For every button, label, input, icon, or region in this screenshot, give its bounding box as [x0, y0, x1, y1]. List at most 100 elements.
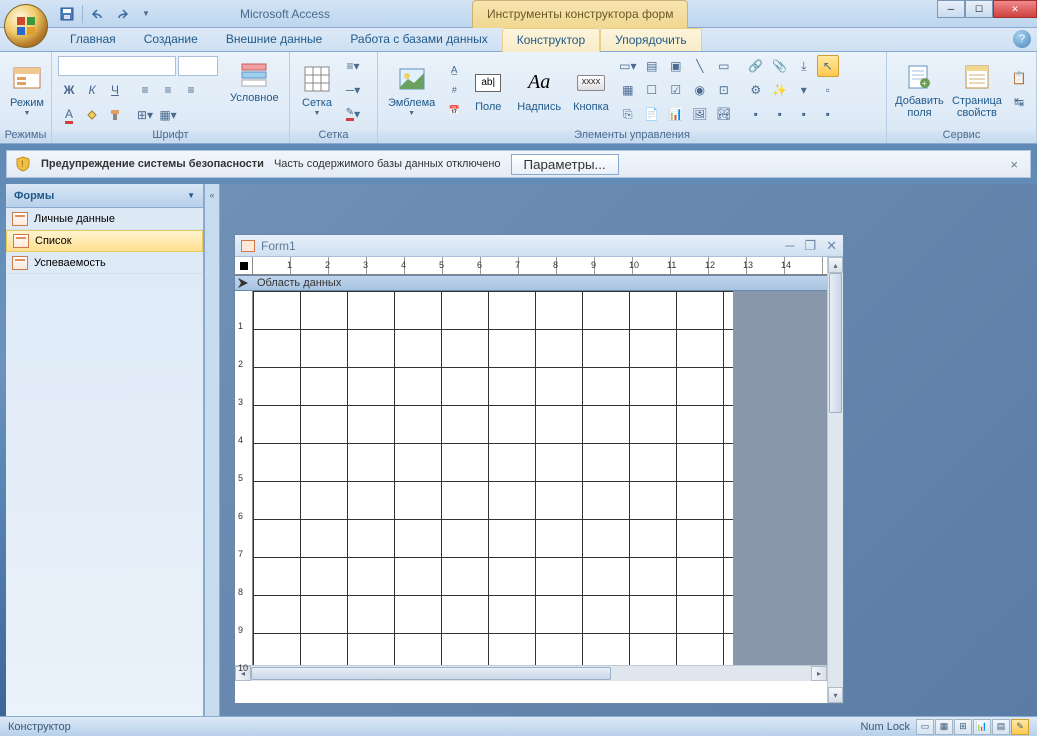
help-button[interactable]: ?	[1013, 30, 1031, 48]
tab-home[interactable]: Главная	[56, 28, 130, 51]
bound-object-control[interactable]: ▦	[617, 79, 639, 101]
code-button[interactable]: 📋	[1008, 67, 1030, 89]
form-close-button[interactable]: ✕	[826, 238, 837, 254]
select-tool[interactable]: ↖	[817, 55, 839, 77]
option-group-control[interactable]: ☐	[641, 79, 663, 101]
subform-control[interactable]: ▣	[665, 55, 687, 77]
title-button[interactable]: A̲	[445, 61, 463, 79]
undo-button[interactable]	[87, 3, 109, 25]
more-control4[interactable]: ▪	[817, 103, 839, 125]
set-defaults[interactable]: ▾	[793, 79, 815, 101]
more-control2[interactable]: ▪	[769, 103, 791, 125]
more-control3[interactable]: ▪	[793, 103, 815, 125]
pivottable-view-button[interactable]: ⊞	[954, 719, 972, 735]
scroll-right-button[interactable]: ▸	[811, 666, 827, 681]
alt-color-button[interactable]: ▦▾	[157, 104, 179, 126]
nav-item-performance[interactable]: Успеваемость	[6, 252, 203, 274]
design-view-button[interactable]: ✎	[1011, 719, 1029, 735]
minimize-button[interactable]: ─	[937, 0, 965, 18]
tab-database-tools[interactable]: Работа с базами данных	[336, 28, 501, 51]
vertical-ruler[interactable]: 12345678910	[235, 291, 253, 665]
grid-button[interactable]: Сетка ▼	[296, 61, 338, 119]
nav-collapse-button[interactable]: «	[204, 184, 220, 722]
attachment-control[interactable]: 📎	[769, 55, 791, 77]
tab-order-button[interactable]: ↹	[1008, 91, 1030, 113]
scroll-up-button[interactable]: ▴	[828, 257, 843, 273]
tab-external-data[interactable]: Внешние данные	[212, 28, 337, 51]
view-mode-button[interactable]: Режим ▼	[6, 61, 48, 119]
font-color-button[interactable]: A	[58, 104, 80, 126]
tab-control[interactable]: ⎘	[617, 103, 639, 125]
form-minimize-button[interactable]: ─	[785, 238, 794, 254]
ruler-origin[interactable]	[235, 257, 253, 275]
form-restore-button[interactable]: ❐	[804, 238, 816, 254]
line-color-button[interactable]: ✎▾	[342, 103, 364, 125]
label-control-button[interactable]: Aa Надпись	[513, 65, 565, 115]
more-control1[interactable]: ▪	[745, 103, 767, 125]
property-sheet-button[interactable]: Страница свойств	[950, 59, 1004, 121]
datetime-button[interactable]: 📅	[445, 101, 463, 119]
security-options-button[interactable]: Параметры...	[511, 154, 619, 175]
close-button[interactable]: ✕	[993, 0, 1037, 18]
option-button-control[interactable]: ◉	[689, 79, 711, 101]
button-control-button[interactable]: XXXX Кнопка	[569, 65, 613, 115]
align-left-button[interactable]: ≡	[134, 79, 156, 101]
pivotchart-view-button[interactable]: 📊	[973, 719, 991, 735]
page-insert-control[interactable]: 📄	[641, 103, 663, 125]
align-right-button[interactable]: ≡	[180, 79, 202, 101]
hscroll-thumb[interactable]	[251, 667, 611, 680]
office-button[interactable]	[4, 4, 48, 48]
toggle-button-control[interactable]: ⊡	[713, 79, 735, 101]
select-all[interactable]: ▫	[817, 79, 839, 101]
redo-button[interactable]	[111, 3, 133, 25]
datasheet-view-button[interactable]: ▦	[935, 719, 953, 735]
vscroll-thumb[interactable]	[829, 273, 842, 413]
activex-control[interactable]: ⚙	[745, 79, 767, 101]
layout-view-button[interactable]: ▤	[992, 719, 1010, 735]
fill-color-button[interactable]	[81, 104, 103, 126]
nav-item-personal-data[interactable]: Личные данные	[6, 208, 203, 230]
conditional-formatting-button[interactable]: Условное	[226, 56, 283, 106]
checkbox-control[interactable]: ☑	[665, 79, 687, 101]
vertical-scrollbar[interactable]: ▴ ▾	[827, 257, 843, 703]
tab-designer[interactable]: Конструктор	[502, 28, 600, 52]
maximize-button[interactable]: ☐	[965, 0, 993, 18]
nav-item-list[interactable]: Список	[6, 230, 203, 252]
image-control[interactable]: 🏞	[713, 103, 735, 125]
horizontal-ruler[interactable]: 1234567891011121314	[235, 257, 827, 275]
font-size-combo[interactable]	[178, 56, 218, 76]
listbox-control[interactable]: ▤	[641, 55, 663, 77]
control-wizards[interactable]: ✨	[769, 79, 791, 101]
line-style-button[interactable]: ─▾	[342, 79, 364, 101]
gridlines-button[interactable]: ⊞▾	[134, 104, 156, 126]
save-button[interactable]	[56, 3, 78, 25]
hyperlink-control[interactable]: 🔗	[745, 55, 767, 77]
pagenum-button[interactable]: #	[445, 81, 463, 99]
underline-button[interactable]: Ч	[104, 79, 126, 101]
security-close-button[interactable]: ×	[1006, 157, 1022, 172]
rectangle-control[interactable]: ▭	[713, 55, 735, 77]
form-window-titlebar[interactable]: Form1 ─ ❐ ✕	[235, 235, 843, 257]
nav-header[interactable]: Формы ▼	[6, 184, 203, 208]
tab-arrange[interactable]: Упорядочить	[600, 28, 701, 51]
font-family-combo[interactable]	[58, 56, 176, 76]
form-design-surface[interactable]	[253, 291, 827, 665]
combobox-control[interactable]: ▭▾	[617, 55, 639, 77]
unbound-object-control[interactable]: 🖼	[689, 103, 711, 125]
form-view-button[interactable]: ▭	[916, 719, 934, 735]
logo-button[interactable]: Эмблема ▼	[384, 61, 439, 119]
detail-section-header[interactable]: Область данных	[235, 275, 827, 291]
add-fields-button[interactable]: + Добавить поля	[893, 59, 946, 121]
qat-customize[interactable]: ▼	[135, 3, 157, 25]
chart-control[interactable]: 📊	[665, 103, 687, 125]
scroll-down-button[interactable]: ▾	[828, 687, 843, 703]
line-width-button[interactable]: ≡▾	[342, 55, 364, 77]
line-control[interactable]: ╲	[689, 55, 711, 77]
align-center-button[interactable]: ≡	[157, 79, 179, 101]
italic-button[interactable]: К	[81, 79, 103, 101]
tab-create[interactable]: Создание	[130, 28, 212, 51]
bold-button[interactable]: Ж	[58, 79, 80, 101]
format-painter-button[interactable]	[104, 104, 126, 126]
page-break-control[interactable]: ⤓	[793, 55, 815, 77]
horizontal-scrollbar[interactable]: ◂ ▸	[235, 665, 827, 681]
